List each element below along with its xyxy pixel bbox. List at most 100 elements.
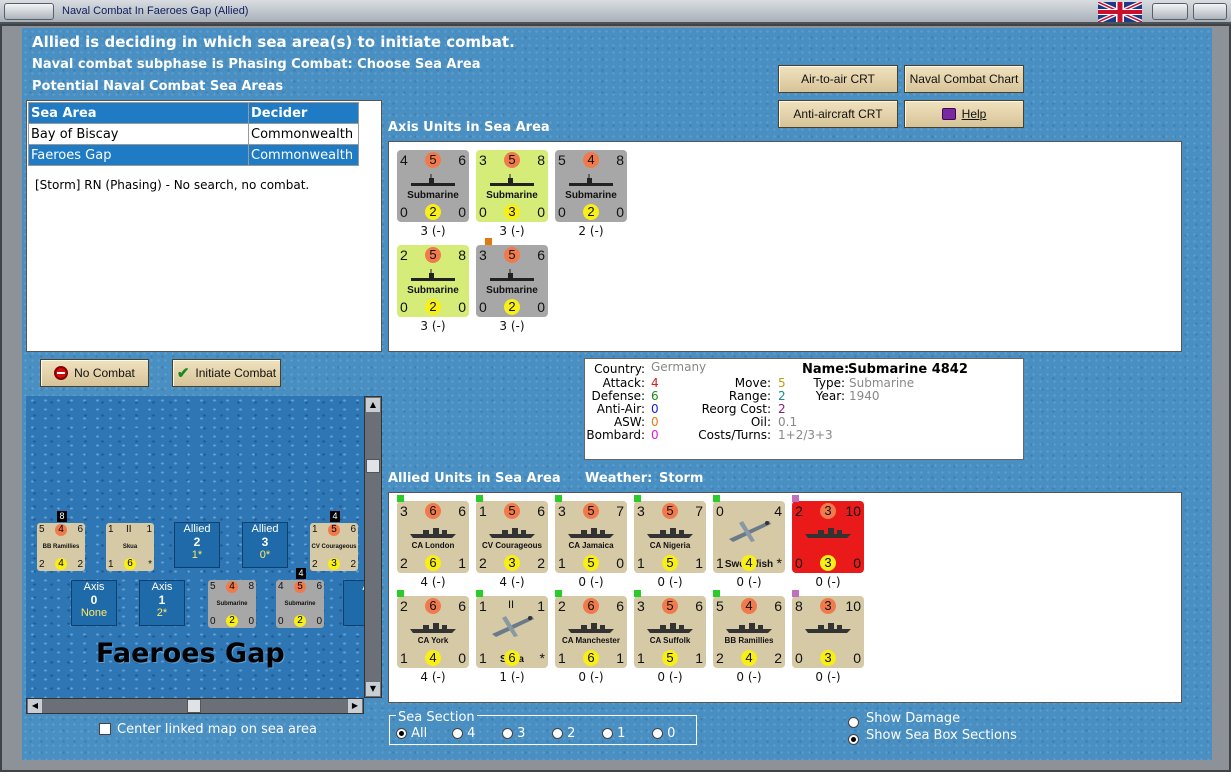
- table-row[interactable]: Bay of Biscay Commonwealth: [28, 123, 359, 145]
- allied-unit-counter[interactable]: 3 5 7 CA Nigeria 1 5 1: [634, 501, 706, 573]
- option-label: 3: [517, 726, 526, 741]
- ship-icon: [804, 525, 852, 539]
- header-line3: Potential Naval Combat Sea Areas: [32, 79, 284, 94]
- scroll-down-arrow[interactable]: ▼: [366, 682, 380, 696]
- box-sub: None: [80, 607, 108, 619]
- scroll-up-arrow[interactable]: ▲: [366, 398, 380, 412]
- defense-value: 4: [741, 555, 757, 571]
- col-header-sea-area[interactable]: Sea Area: [28, 102, 249, 124]
- status-marker: [555, 495, 562, 502]
- box-sub: 1*: [191, 549, 203, 561]
- map-unit-counter[interactable]: 4 5 6 Submarine 0 2 0: [276, 580, 324, 628]
- initiate-combat-button[interactable]: ✔ Initiate Combat: [172, 359, 281, 387]
- show-sections-radio[interactable]: [848, 729, 859, 748]
- map-unit-counter[interactable]: 5 4 8 Submarine 0 2 0: [208, 580, 256, 628]
- unit-name: CV Courageous: [481, 541, 542, 550]
- sea-section-option[interactable]: 0: [652, 726, 675, 741]
- allied-unit-counter[interactable]: 8 3 10 0 3 0: [792, 596, 864, 668]
- allied-sea-box[interactable]: Allied 2 1*: [174, 522, 220, 568]
- axis-unit-counter[interactable]: 4 5 6 Submarine 0 2 0: [397, 150, 469, 222]
- allied-unit-counter[interactable]: 3 5 6 CA Suffolk 1 5 1: [634, 596, 706, 668]
- row-area[interactable]: Faeroes Gap: [28, 144, 249, 166]
- radio-circle[interactable]: [396, 728, 407, 739]
- unit-status: 0 (-): [815, 670, 841, 684]
- ship-icon: [646, 525, 694, 539]
- stat-bottom-right: 0: [616, 204, 624, 220]
- axis-unit-counter[interactable]: 3 5 8 Submarine 0 3 0: [476, 150, 548, 222]
- stat-top-left: 2: [400, 598, 408, 614]
- unit-name: Submarine: [216, 601, 248, 607]
- allied-unit-counter[interactable]: 2 3 10 0 3 0: [792, 501, 864, 573]
- stat-bottom-left: 2: [39, 559, 45, 570]
- checkmark-icon: ✔: [176, 365, 190, 382]
- map-unit-counter[interactable]: 1 5 6 CV Courageous 2 3 2: [310, 523, 358, 571]
- window-title: Naval Combat In Faeroes Gap (Allied): [62, 5, 249, 17]
- radio-circle[interactable]: [652, 728, 663, 739]
- allied-unit-counter[interactable]: 5 4 6 BB Ramillies 2 4 2: [713, 596, 785, 668]
- stat-top-right: 6: [616, 598, 624, 614]
- sea-section-option[interactable]: 1: [602, 726, 625, 741]
- box-sub: 0*: [259, 549, 271, 561]
- axis-sea-box[interactable]: Axis 1 2*: [139, 580, 185, 626]
- axis-sea-box[interactable]: A: [343, 580, 364, 626]
- close-button[interactable]: [1193, 3, 1227, 20]
- sea-section-option[interactable]: All: [396, 726, 427, 741]
- allied-sea-box[interactable]: Allied 3 0*: [242, 522, 288, 568]
- anti-aircraft-crt-button[interactable]: Anti-aircraft CRT: [778, 100, 898, 128]
- radio-circle[interactable]: [502, 728, 513, 739]
- air-to-air-crt-button[interactable]: Air-to-air CRT: [778, 65, 898, 93]
- allied-unit-counter[interactable]: 1II1Skua16*: [476, 596, 548, 668]
- allied-unit-counter[interactable]: 04Swordfish14*: [713, 501, 785, 573]
- table-row-selected[interactable]: Faeroes Gap Commonwealth: [28, 144, 359, 166]
- allied-unit-counter[interactable]: 3 5 7 CA Jamaica 1 5 0: [555, 501, 627, 573]
- map-unit-counter[interactable]: 5 4 6 BB Ramillies 2 4 2: [37, 523, 85, 571]
- allied-unit-counter[interactable]: 2 6 6 CA Manchester 1 6 1: [555, 596, 627, 668]
- naval-combat-chart-button[interactable]: Naval Combat Chart: [904, 65, 1024, 93]
- radio-circle[interactable]: [602, 728, 613, 739]
- no-combat-button[interactable]: No Combat: [40, 359, 149, 387]
- scroll-thumb[interactable]: [187, 699, 201, 713]
- scroll-thumb[interactable]: [366, 459, 380, 473]
- axis-unit-counter[interactable]: 2 5 8 Submarine 0 2 0: [397, 245, 469, 317]
- stat-top-left: 2: [558, 598, 566, 614]
- scroll-left-arrow[interactable]: ◀: [28, 699, 42, 713]
- row-decider[interactable]: Commonwealth: [248, 144, 359, 166]
- map-horizontal-scrollbar[interactable]: ◀ ▶: [26, 698, 364, 714]
- map-unit-counter[interactable]: 1 II 1 Skua 1 6 *: [106, 523, 154, 571]
- radio-circle[interactable]: [848, 734, 859, 745]
- row-decider[interactable]: Commonwealth: [248, 123, 359, 145]
- defense-value: 2: [294, 615, 306, 627]
- header-line2: Naval combat subphase is Phasing Combat:…: [32, 57, 481, 72]
- map-vertical-scrollbar[interactable]: ▲ ▼: [364, 396, 382, 698]
- scroll-right-arrow[interactable]: ▶: [348, 699, 362, 713]
- radio-circle[interactable]: [552, 728, 563, 739]
- stack-count: 4: [330, 511, 340, 522]
- ship-icon: [646, 620, 694, 634]
- axis-unit-counter[interactable]: 3 5 6 Submarine 0 2 0: [476, 245, 548, 317]
- unit-name: CA Nigeria: [649, 541, 691, 550]
- window-menu-button[interactable]: [4, 3, 54, 20]
- allied-unit-counter[interactable]: 2 6 6 CA York 1 4 0: [397, 596, 469, 668]
- ship-icon: [567, 620, 615, 634]
- stat-top-left: 5: [39, 524, 45, 535]
- unit-status: 1 (-): [499, 670, 525, 684]
- center-map-checkbox[interactable]: [99, 723, 111, 735]
- axis-unit-counter[interactable]: 5 4 8 Submarine 0 2 0: [555, 150, 627, 222]
- allied-unit-counter[interactable]: 3 6 6 CA London 2 6 1: [397, 501, 469, 573]
- radio-circle[interactable]: [452, 728, 463, 739]
- stat-bottom-right: 0: [458, 650, 466, 666]
- axis-sea-box[interactable]: Axis 0 None: [71, 580, 117, 626]
- allied-unit-counter[interactable]: 1 5 6 CV Courageous 2 3 2: [476, 501, 548, 573]
- minimize-button[interactable]: [1152, 3, 1188, 20]
- stat-bottom-right: 2: [350, 559, 356, 570]
- row-area[interactable]: Bay of Biscay: [28, 123, 249, 145]
- sea-section-option[interactable]: 3: [502, 726, 525, 741]
- sea-area-map[interactable]: Faeroes Gap Allied 2 1* Allied 3 0* Axis 0 None A…: [26, 396, 364, 698]
- col-header-decider[interactable]: Decider: [248, 102, 359, 124]
- sea-section-option[interactable]: 4: [452, 726, 475, 741]
- stat-top-right: 6: [458, 152, 466, 168]
- attack-value: 5: [425, 152, 441, 168]
- sea-section-option[interactable]: 2: [552, 726, 575, 741]
- help-button[interactable]: Help: [904, 100, 1024, 128]
- radio-circle[interactable]: [848, 717, 859, 728]
